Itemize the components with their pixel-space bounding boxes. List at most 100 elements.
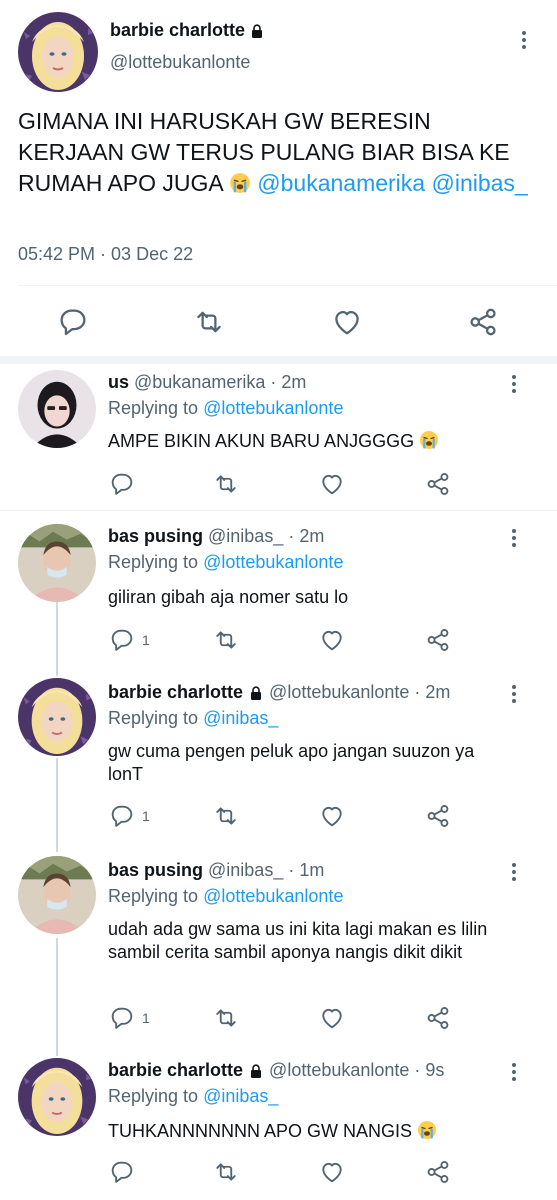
reply-age: · 1m [288, 860, 325, 880]
reply-icon[interactable]: 1 [108, 802, 150, 830]
reply-header: barbie charlotte @lottebukanlonte · 2m [108, 682, 450, 703]
reply-body: AMPE BIKIN AKUN BARU ANJGGGG [108, 431, 415, 451]
reply-icon[interactable] [56, 305, 90, 339]
reply-tweet[interactable]: bas pusing @inibas_ · 1m Replying to @lo… [0, 852, 557, 1044]
replying-label: Replying to [108, 398, 199, 418]
retweet-icon[interactable] [212, 1158, 240, 1186]
divider [18, 285, 557, 286]
replying-label: Replying to [108, 708, 199, 728]
share-icon[interactable] [424, 802, 452, 830]
replying-label: Replying to [108, 1086, 199, 1106]
mention-link[interactable]: @inibas_ [203, 708, 278, 728]
author-name[interactable]: barbie charlotte [108, 1060, 243, 1081]
sob-emoji-icon [417, 1120, 438, 1140]
avatar[interactable] [18, 678, 96, 756]
reply-age: · 2m [414, 682, 451, 702]
reply-actions [108, 470, 528, 500]
author-name[interactable]: barbie charlotte [108, 682, 243, 703]
share-icon[interactable] [424, 626, 452, 654]
replying-to: Replying to @inibas_ [108, 708, 278, 729]
reply-tweet[interactable]: barbie charlotte @lottebukanlonte · 9s R… [0, 1054, 557, 1200]
share-icon[interactable] [424, 1004, 452, 1032]
avatar[interactable] [18, 524, 96, 602]
reply-actions [108, 1158, 528, 1188]
tweet-actions [0, 290, 557, 356]
reply-text: udah ada gw sama us ini kita lagi makan … [108, 919, 488, 962]
lock-icon [250, 1063, 262, 1079]
author-handle[interactable]: @lottebukanlonte [269, 682, 409, 703]
more-options-icon[interactable] [504, 526, 524, 550]
reply-header: bas pusing @inibas_ · 1m [108, 860, 324, 881]
reply-age: · 2m [288, 526, 325, 546]
reply-body: TUHKANNNNNNN APO GW NANGIS [108, 1121, 413, 1141]
mention-link[interactable]: @inibas_ [431, 170, 527, 196]
author-name[interactable]: barbie charlotte [110, 20, 245, 41]
avatar[interactable] [18, 856, 96, 934]
tweet-text: GIMANA INI HARUSKAH GW BERESIN KERJAAN G… [18, 106, 543, 199]
lock-icon [250, 685, 262, 701]
main-tweet: barbie charlotte @lottebukanlonte GIMANA… [0, 0, 557, 360]
reply-actions: 1 [108, 1004, 528, 1034]
sob-emoji-icon [228, 172, 251, 194]
like-icon[interactable] [318, 1004, 346, 1032]
reply-tweet[interactable]: barbie charlotte @lottebukanlonte · 2m R… [0, 674, 557, 840]
retweet-icon[interactable] [212, 802, 240, 830]
like-icon[interactable] [330, 305, 364, 339]
author-handle[interactable]: @inibas_ [208, 526, 283, 547]
author-name[interactable]: bas pusing [108, 526, 203, 547]
avatar[interactable] [18, 1058, 96, 1136]
author-name-row[interactable]: barbie charlotte [110, 20, 265, 41]
replying-label: Replying to [108, 552, 199, 572]
replying-to: Replying to @lottebukanlonte [108, 398, 343, 419]
lock-icon [251, 23, 263, 39]
reply-header: bas pusing @inibas_ · 2m [108, 526, 324, 547]
retweet-icon[interactable] [192, 305, 226, 339]
like-icon[interactable] [318, 1158, 346, 1186]
author-handle[interactable]: @lottebukanlonte [110, 52, 250, 73]
reply-icon[interactable] [108, 1158, 142, 1186]
like-icon[interactable] [318, 626, 346, 654]
divider [0, 510, 557, 511]
author-handle[interactable]: @inibas_ [208, 860, 283, 881]
retweet-icon[interactable] [212, 626, 240, 654]
more-options-icon[interactable] [514, 28, 534, 52]
author-name[interactable]: us [108, 372, 129, 393]
reply-actions: 1 [108, 802, 528, 832]
reply-text: AMPE BIKIN AKUN BARU ANJGGGG [108, 430, 508, 453]
retweet-icon[interactable] [212, 1004, 240, 1032]
reply-text: TUHKANNNNNNN APO GW NANGIS [108, 1120, 508, 1143]
author-handle[interactable]: @bukanamerika [134, 372, 265, 393]
share-icon[interactable] [424, 470, 452, 498]
reply-tweet[interactable]: us @bukanamerika · 2m Replying to @lotte… [0, 364, 557, 508]
reply-tweet[interactable]: bas pusing @inibas_ · 2m Replying to @lo… [0, 518, 557, 666]
replying-to: Replying to @lottebukanlonte [108, 886, 343, 907]
author-name[interactable]: bas pusing [108, 860, 203, 881]
mention-link[interactable]: @lottebukanlonte [203, 886, 343, 906]
reply-icon[interactable]: 1 [108, 1004, 150, 1032]
avatar[interactable] [18, 370, 96, 448]
sob-emoji-icon [419, 430, 440, 450]
mention-link[interactable]: @lottebukanlonte [203, 398, 343, 418]
reply-count: 1 [142, 808, 150, 824]
tweet-timestamp[interactable]: 05:42 PM · 03 Dec 22 [18, 244, 193, 265]
reply-icon[interactable]: 1 [108, 626, 150, 654]
author-handle[interactable]: @lottebukanlonte [269, 1060, 409, 1081]
like-icon[interactable] [318, 470, 346, 498]
more-options-icon[interactable] [504, 682, 524, 706]
mention-link[interactable]: @inibas_ [203, 1086, 278, 1106]
reply-age: · 2m [270, 372, 307, 392]
more-options-icon[interactable] [504, 1060, 524, 1084]
more-options-icon[interactable] [504, 372, 524, 396]
mention-link[interactable]: @lottebukanlonte [203, 552, 343, 572]
reply-header: us @bukanamerika · 2m [108, 372, 306, 393]
reply-actions: 1 [108, 626, 528, 656]
like-icon[interactable] [318, 802, 346, 830]
retweet-icon[interactable] [212, 470, 240, 498]
avatar[interactable] [18, 12, 98, 92]
more-options-icon[interactable] [504, 860, 524, 884]
reply-count: 1 [142, 1010, 150, 1026]
reply-icon[interactable] [108, 470, 142, 498]
share-icon[interactable] [424, 1158, 452, 1186]
mention-link[interactable]: @bukanamerika [257, 170, 425, 196]
share-icon[interactable] [466, 305, 500, 339]
